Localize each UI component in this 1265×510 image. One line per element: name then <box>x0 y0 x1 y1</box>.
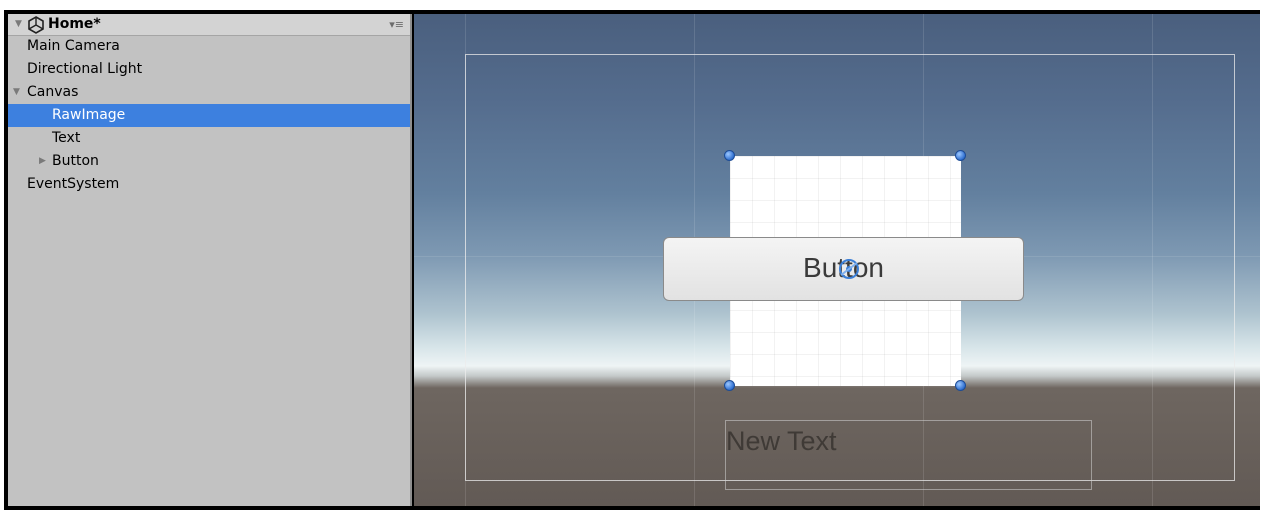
resize-handle-bottom-left[interactable] <box>724 380 735 391</box>
resize-handle-top-left[interactable] <box>724 150 735 161</box>
expand-arrow-down-icon[interactable]: ▼ <box>13 81 20 104</box>
hierarchy-item-button[interactable]: ▶ Button <box>8 150 410 173</box>
expand-arrow-right-icon[interactable]: ▶ <box>39 150 46 173</box>
hierarchy-item-main-camera[interactable]: Main Camera <box>8 35 410 58</box>
hierarchy-item-text[interactable]: Text <box>8 127 410 150</box>
hierarchy-menu-icon[interactable]: ▾≡ <box>389 18 404 31</box>
resize-handle-top-right[interactable] <box>955 150 966 161</box>
scene-ui-text[interactable]: New Text <box>726 426 837 457</box>
hierarchy-item-label: Directional Light <box>27 61 143 77</box>
editor-window: ▼ Home* ▾≡ Main Camera Directional Light… <box>4 10 1260 510</box>
hierarchy-item-label: Button <box>52 153 99 169</box>
resize-handle-bottom-right[interactable] <box>955 380 966 391</box>
hierarchy-panel: ▼ Home* ▾≡ Main Camera Directional Light… <box>8 14 412 506</box>
hierarchy-item-label: EventSystem <box>27 176 120 192</box>
hierarchy-item-label: Main Camera <box>27 38 120 54</box>
unity-scene-icon <box>28 16 44 34</box>
hierarchy-item-directional-light[interactable]: Directional Light <box>8 58 410 81</box>
hierarchy-item-rawimage[interactable]: RawImage <box>8 104 410 127</box>
hierarchy-scene-header[interactable]: ▼ Home* ▾≡ <box>8 14 410 36</box>
hierarchy-item-eventsystem[interactable]: EventSystem <box>8 173 410 196</box>
hierarchy-item-label: RawImage <box>52 107 126 123</box>
scene-fold-arrow-icon[interactable]: ▼ <box>15 19 22 29</box>
hierarchy-item-canvas[interactable]: ▼ Canvas <box>8 81 410 104</box>
scene-view[interactable]: Button New Text <box>414 14 1260 506</box>
hierarchy-item-label: Text <box>52 130 81 146</box>
scene-name: Home* <box>48 16 101 32</box>
pivot-icon[interactable] <box>836 256 862 282</box>
hierarchy-item-label: Canvas <box>27 84 79 100</box>
